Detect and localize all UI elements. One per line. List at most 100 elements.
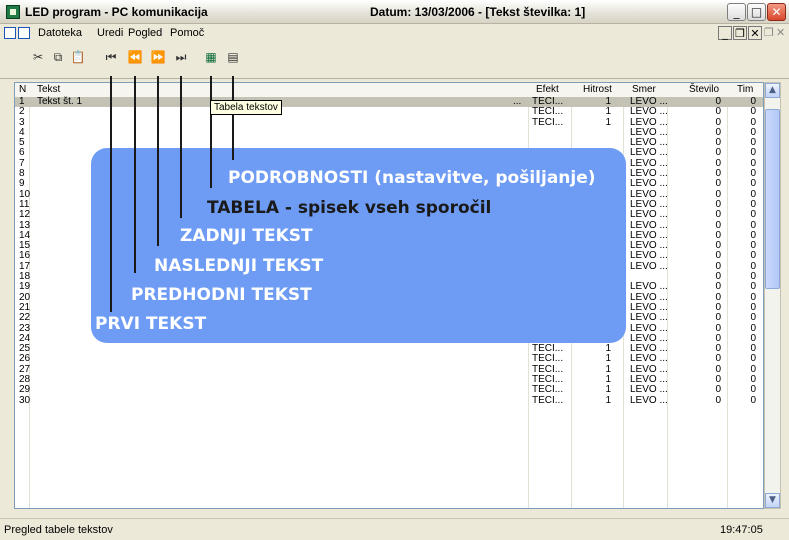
cell-stevilo: 0 <box>715 106 721 118</box>
cell-tim: 0 <box>750 147 756 159</box>
cell-stevilo: 0 <box>715 209 721 221</box>
annotation-podrobnosti: PODROBNOSTI (nastavitve, pošiljanje) <box>228 168 596 188</box>
window-title: LED program - PC komunikacija <box>25 5 208 19</box>
cell-tim: 0 <box>750 312 756 324</box>
header-n[interactable]: N <box>19 84 26 95</box>
cell-n: 30 <box>19 394 31 406</box>
scroll-down-button[interactable]: ▼ <box>765 493 780 508</box>
cell-stevilo: 0 <box>715 178 721 190</box>
annotation-zadnji: ZADNJI TEKST <box>180 226 313 246</box>
cell-hitrost: 1 <box>605 116 611 128</box>
cell-tim: 0 <box>750 281 756 293</box>
menu-datoteka[interactable]: Datoteka <box>38 27 82 39</box>
cell-n: 26 <box>19 353 31 365</box>
cell-n: 12 <box>19 209 31 221</box>
cell-smer: LEVO ... <box>630 394 668 406</box>
tooltip: Tabela tekstov <box>210 100 282 115</box>
cell-n: 29 <box>19 384 31 396</box>
cell-hitrost: 1 <box>605 106 611 118</box>
pointer-line-last <box>180 76 182 218</box>
title-bar: LED program - PC komunikacija Datum: 13/… <box>0 0 789 24</box>
cell-tim: 0 <box>750 178 756 190</box>
cell-stevilo: 0 <box>715 353 721 365</box>
header-efekt[interactable]: Efekt <box>536 84 559 95</box>
scroll-thumb[interactable] <box>765 109 780 289</box>
header-tim[interactable]: Tim <box>737 84 753 95</box>
window-info: Datum: 13/03/2006 - [Tekst številka: 1] <box>370 5 586 19</box>
last-icon[interactable]: ⏭ <box>173 49 189 65</box>
cell-tim: 0 <box>750 250 756 262</box>
previous-icon[interactable]: ⏪ <box>127 49 143 65</box>
cell-stevilo: 0 <box>715 281 721 293</box>
table-row[interactable]: 30 TECI... 1 LEVO ... 0 0 <box>15 394 763 406</box>
menu-uredi[interactable]: Uredi <box>97 27 123 39</box>
cell-ellipsis: ... <box>513 96 522 107</box>
copy-icon[interactable]: ⧉ <box>50 49 66 65</box>
cell-efekt: TECI... <box>532 353 564 365</box>
menu-pogled[interactable]: Pogled <box>128 27 162 39</box>
pointer-line-next <box>157 76 159 246</box>
cell-tim: 0 <box>750 394 756 406</box>
annotation-naslednji: NASLEDNJI TEKST <box>154 256 324 276</box>
annotation-predhodni: PREDHODNI TEKST <box>131 285 312 305</box>
cell-smer: LEVO ... <box>630 178 668 190</box>
cell-smer: LEVO ... <box>630 209 668 221</box>
vertical-scrollbar[interactable]: ▲ ▼ <box>764 82 781 509</box>
cell-smer: LEVO ... <box>630 384 668 396</box>
cell-n: 22 <box>19 312 31 324</box>
cell-smer: LEVO ... <box>630 312 668 324</box>
menu-pomoc[interactable]: Pomoč <box>170 27 204 39</box>
cell-stevilo: 0 <box>715 394 721 406</box>
header-tekst[interactable]: Tekst <box>37 84 60 95</box>
mdi-restore-button[interactable]: ❐ <box>733 26 747 40</box>
cell-smer: LEVO ... <box>630 281 668 293</box>
inner-close-icon[interactable]: ✕ <box>776 26 785 40</box>
annotation-tabela: TABELA - spisek vseh sporočil <box>207 198 492 218</box>
cell-hitrost: 1 <box>605 384 611 396</box>
cell-tim: 0 <box>750 353 756 365</box>
cell-efekt: TECI... <box>532 394 564 406</box>
status-text: Pregled tabele tekstov <box>4 524 113 536</box>
cell-smer: LEVO ... <box>630 260 668 272</box>
menu-bar: Datoteka Uredi Pogled Pomoč _ ❐ ✕ ❐ ✕ <box>0 24 789 44</box>
minimize-button[interactable]: _ <box>727 3 746 21</box>
annotation-prvi: PRVI TEKST <box>95 314 207 334</box>
maximize-button[interactable]: □ <box>747 3 766 21</box>
cell-tim: 0 <box>750 106 756 118</box>
cell-n: 9 <box>19 178 25 190</box>
cell-stevilo: 0 <box>715 312 721 324</box>
cut-icon[interactable]: ✂ <box>30 49 46 65</box>
cell-tim: 0 <box>750 209 756 221</box>
toolbar: ✂ ⧉ 📋 ⏮ ⏪ ⏩ ⏭ ▦ ▤ <box>0 43 789 79</box>
first-icon[interactable]: ⏮ <box>103 49 119 65</box>
mdi-window-icon-2[interactable] <box>18 27 30 39</box>
pointer-line-previous <box>134 76 136 273</box>
mdi-close-button[interactable]: ✕ <box>748 26 762 40</box>
mdi-minimize-button[interactable]: _ <box>718 26 732 40</box>
status-time: 19:47:05 <box>720 524 763 536</box>
header-hitrost[interactable]: Hitrost <box>583 84 612 95</box>
cell-n: 16 <box>19 250 31 262</box>
header-stevilo[interactable]: Število <box>689 84 719 95</box>
table-icon[interactable]: ▦ <box>203 49 219 65</box>
pointer-line-details <box>232 76 234 160</box>
cell-smer: LEVO ... <box>630 250 668 262</box>
pointer-line-table <box>210 76 212 188</box>
cell-n: 19 <box>19 281 31 293</box>
details-icon[interactable]: ▤ <box>225 49 241 65</box>
cell-efekt: TECI... <box>532 106 564 118</box>
cell-tim: 0 <box>750 384 756 396</box>
close-button[interactable]: ✕ <box>767 3 786 21</box>
header-smer[interactable]: Smer <box>632 84 656 95</box>
paste-icon[interactable]: 📋 <box>70 49 86 65</box>
pointer-line-first <box>110 76 112 312</box>
inner-restore-icon[interactable]: ❐ <box>764 26 774 40</box>
cell-hitrost: 1 <box>605 394 611 406</box>
mdi-window-icon[interactable] <box>4 27 16 39</box>
next-icon[interactable]: ⏩ <box>150 49 166 65</box>
cell-stevilo: 0 <box>715 384 721 396</box>
app-icon[interactable] <box>6 5 20 19</box>
cell-smer: LEVO ... <box>630 106 668 118</box>
cell-n: 2 <box>19 106 25 118</box>
scroll-up-button[interactable]: ▲ <box>765 83 780 98</box>
